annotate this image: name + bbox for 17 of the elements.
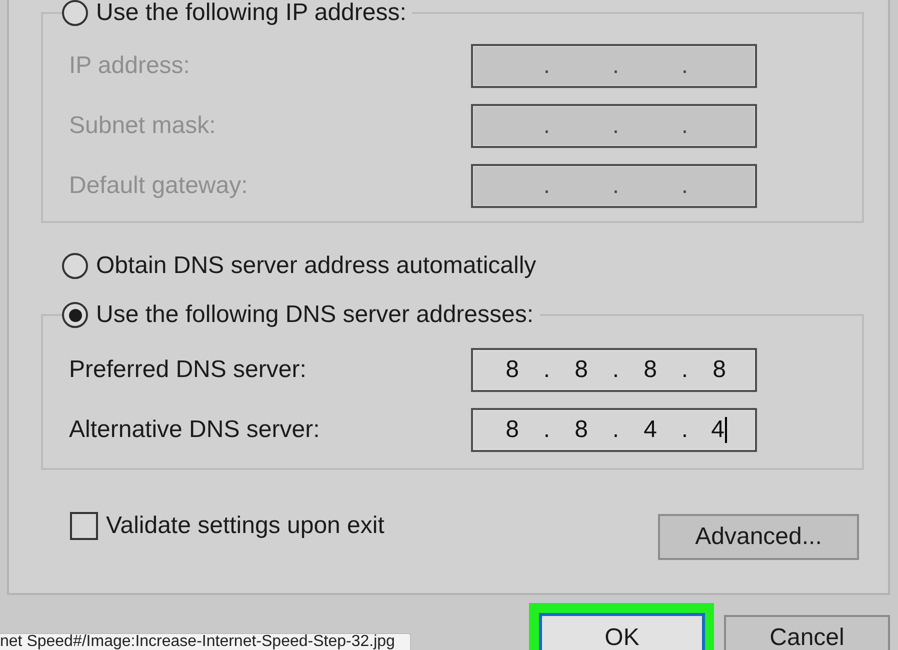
field-label: IP address: xyxy=(69,52,190,80)
field-label: Subnet mask: xyxy=(69,112,216,140)
checkbox-label[interactable]: Validate settings upon exit xyxy=(106,513,384,539)
ip-address-field[interactable]: 8 . 8 . 8 . 8 xyxy=(471,348,757,392)
status-tooltip: net Speed#/Image:Increase-Internet-Speed-Step-32.jpg xyxy=(0,633,411,650)
checkbox[interactable] xyxy=(70,512,98,540)
field-label: Alternative DNS server: xyxy=(69,416,320,444)
radio-label[interactable]: Obtain DNS server address automatically xyxy=(96,253,536,279)
cancel-button[interactable]: Cancel xyxy=(724,615,890,650)
ok-button[interactable]: OK xyxy=(539,613,705,650)
radio-button[interactable] xyxy=(62,253,88,279)
ip-address-field[interactable]: 8 . 8 . 4 . 4 xyxy=(471,408,757,452)
advanced-button[interactable]: Advanced... xyxy=(658,514,859,560)
field-label: Default gateway: xyxy=(69,172,248,200)
radio-label[interactable]: Use the following DNS server addresses: xyxy=(96,302,534,328)
radio-button[interactable] xyxy=(62,302,88,328)
field-label: Preferred DNS server: xyxy=(69,356,306,384)
